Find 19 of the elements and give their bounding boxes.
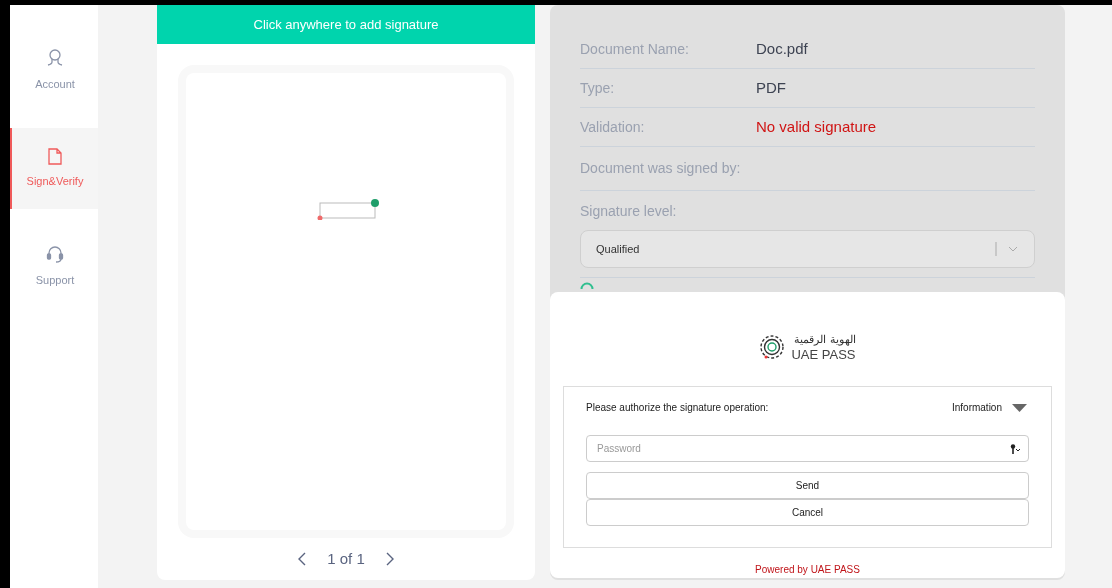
field-label: Validation: — [580, 117, 646, 137]
field-value: No valid signature — [756, 116, 877, 137]
field-label: Type: — [580, 78, 616, 98]
authorization-prompt: Please authorize the signature operation: — [586, 401, 769, 415]
page-indicator: 1 of 1 — [327, 549, 365, 569]
banner: Click anywhere to add signature — [157, 5, 535, 44]
cancel-button[interactable]: Cancel — [586, 499, 1029, 526]
field-value: PDF — [756, 77, 786, 98]
send-button[interactable]: Send — [586, 472, 1029, 499]
signature-level-select[interactable]: Qualified — [580, 230, 1035, 268]
footer-link[interactable]: Powered by UAE PASS — [563, 562, 1052, 577]
field-label: Document Name: — [580, 39, 690, 59]
logo-text: UAE PASS — [791, 347, 856, 361]
field-label: Signature level: — [580, 202, 678, 221]
password-field[interactable]: Password — [586, 435, 1029, 462]
logo-arabic-text: الهوية الرقمية — [793, 333, 856, 345]
information-toggle[interactable]: Information — [951, 400, 1027, 415]
field-value: Doc.pdf — [756, 38, 808, 59]
field-label: Document was signed by: — [580, 159, 742, 178]
